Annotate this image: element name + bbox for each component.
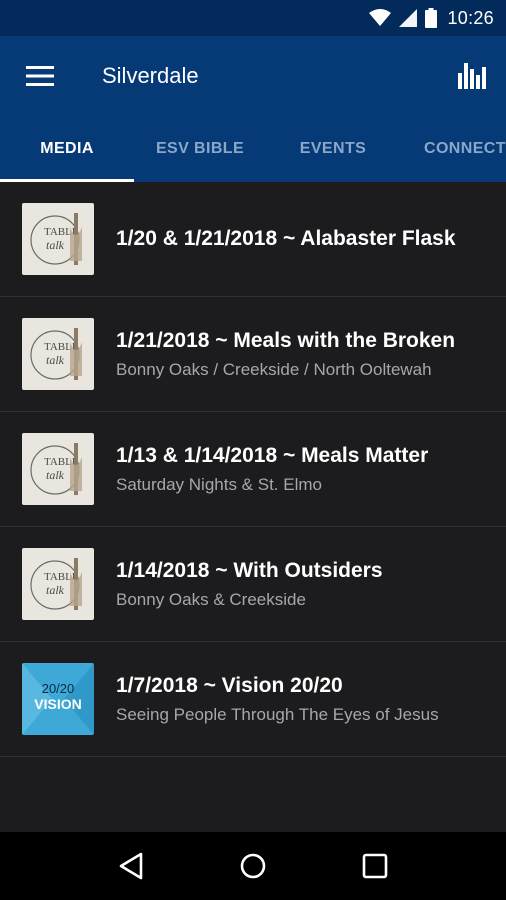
signal-icon <box>399 9 418 27</box>
hamburger-menu-icon[interactable] <box>20 56 60 96</box>
bar-chart-icon[interactable] <box>452 56 492 96</box>
tab-bar: MEDIA ESV BIBLE EVENTS CONNECT <box>0 116 506 182</box>
status-time: 10:26 <box>447 7 494 28</box>
list-item[interactable]: TABLE talk 1/20 & 1/21/2018 ~ Alabaster … <box>0 182 506 297</box>
thumb-text-line2: talk <box>46 583 65 597</box>
tab-events[interactable]: EVENTS <box>266 116 400 182</box>
media-title: 1/13 & 1/14/2018 ~ Meals Matter <box>116 443 429 467</box>
thumb-text-line1: 20/20 <box>42 681 75 696</box>
back-icon[interactable] <box>106 841 156 891</box>
media-title: 1/20 & 1/21/2018 ~ Alabaster Flask <box>116 227 456 250</box>
list-item[interactable]: TABLE talk 1/21/2018 ~ Meals with the Br… <box>0 297 506 412</box>
media-subtitle: Saturday Nights & St. Elmo <box>116 474 322 494</box>
table-talk-thumbnail: TABLE talk <box>22 548 94 620</box>
media-list: TABLE talk 1/20 & 1/21/2018 ~ Alabaster … <box>0 182 506 832</box>
media-subtitle: Bonny Oaks / Creekside / North Ooltewah <box>116 359 432 379</box>
table-talk-thumbnail: TABLE talk <box>22 318 94 390</box>
status-bar: 10:26 <box>0 0 506 36</box>
home-icon[interactable] <box>228 841 278 891</box>
vision-2020-thumbnail: 20/20 VISION <box>22 663 94 735</box>
list-item[interactable]: 20/20 VISION 1/7/2018 ~ Vision 20/20 See… <box>0 642 506 757</box>
tab-media[interactable]: MEDIA <box>0 116 134 182</box>
wifi-icon <box>369 9 392 27</box>
battery-icon <box>425 8 438 28</box>
thumb-text-line2: talk <box>46 238 65 252</box>
tab-esv-bible[interactable]: ESV BIBLE <box>134 116 266 182</box>
table-talk-thumbnail: TABLE talk <box>22 203 94 275</box>
app-title: Silverdale <box>102 63 199 88</box>
system-nav-bar <box>0 832 506 900</box>
thumb-text-line2: talk <box>46 353 65 367</box>
app-bar: Silverdale <box>0 36 506 116</box>
table-talk-thumbnail: TABLE talk <box>22 433 94 505</box>
list-item[interactable]: TABLE talk 1/13 & 1/14/2018 ~ Meals Matt… <box>0 412 506 527</box>
thumb-text-line2: talk <box>46 468 65 482</box>
media-title: 1/21/2018 ~ Meals with the Broken <box>116 328 456 352</box>
media-title: 1/7/2018 ~ Vision 20/20 <box>116 673 343 697</box>
tab-connect[interactable]: CONNECT <box>400 116 506 182</box>
thumb-text-line2: VISION <box>34 696 81 712</box>
media-subtitle: Bonny Oaks & Creekside <box>116 589 306 609</box>
media-subtitle: Seeing People Through The Eyes of Jesus <box>116 704 439 724</box>
list-item[interactable]: TABLE talk 1/14/2018 ~ With Outsiders Bo… <box>0 527 506 642</box>
recents-icon[interactable] <box>350 841 400 891</box>
media-title: 1/14/2018 ~ With Outsiders <box>116 558 383 582</box>
